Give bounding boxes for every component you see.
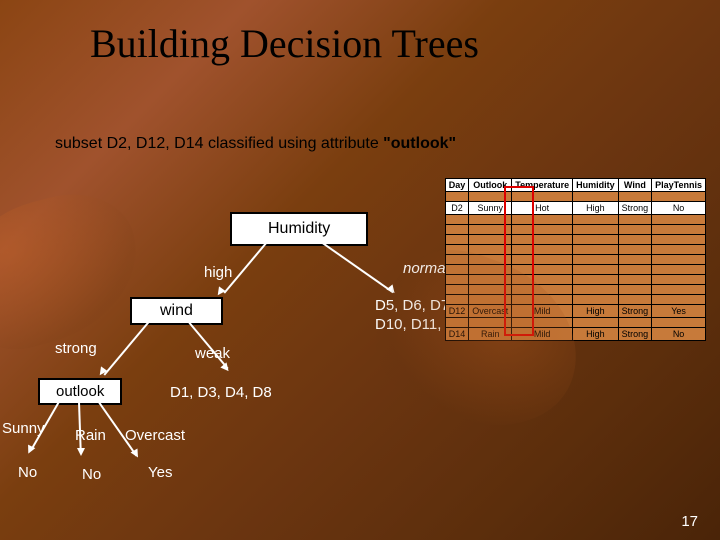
th-wind: Wind [618,179,652,192]
data-table: Day Outlook Temperature Humidity Wind Pl… [445,178,706,341]
edge-label-normal: normal [403,260,449,277]
cell-humidity: High [573,328,619,341]
table-spacer [445,265,705,275]
cell-day: D14 [445,328,469,341]
table-header-row: Day Outlook Temperature Humidity Wind Pl… [445,179,705,192]
cell-outlook: Rain [469,328,512,341]
table-spacer [445,192,705,202]
cell-wind: Strong [618,328,652,341]
node-wind: wind [130,297,223,325]
subtitle-attribute: "outlook" [383,135,456,152]
tree-edge [104,321,150,376]
table-spacer [445,255,705,265]
edge-label-strong: strong [55,340,97,357]
slide-title: Building Decision Trees [90,20,479,67]
table-spacer [445,225,705,235]
cell-wind: Strong [618,305,652,318]
node-outlook: outlook [38,378,122,405]
table-spacer [445,235,705,245]
cell-play: No [652,328,706,341]
node-humidity: Humidity [230,212,368,246]
cell-temp: Mild [512,328,573,341]
edge-label-high: high [204,264,232,281]
table-spacer [445,318,705,328]
leaf-weak-group: D1, D3, D4, D8 [170,384,272,403]
th-day: Day [445,179,469,192]
edge-label-weak: weak [195,345,230,362]
edge-label-overcast: Overcast [125,427,185,444]
th-humidity: Humidity [573,179,619,192]
th-play: PlayTennis [652,179,706,192]
table-row: D12 Overcast Mild High Strong Yes [445,305,705,318]
cell-temp: Mild [512,305,573,318]
arrowhead-icon [131,449,142,460]
table-spacer [445,245,705,255]
arrowhead-icon [214,286,225,297]
cell-play: Yes [652,305,706,318]
leaf-overcast: Yes [148,464,172,481]
cell-outlook: Overcast [469,305,512,318]
leaf-rain: No [82,466,101,483]
th-outlook: Outlook [469,179,512,192]
cell-wind: Strong [618,202,652,215]
arrowhead-icon [386,284,397,295]
arrowhead-icon [220,362,231,373]
cell-outlook: Sunny [469,202,512,215]
slide-number: 17 [681,513,698,530]
cell-temp: Hot [512,202,573,215]
table-spacer [445,275,705,285]
cell-day: D2 [445,202,469,215]
tree-edge [319,240,394,293]
cell-humidity: High [573,202,619,215]
th-temperature: Temperature [512,179,573,192]
slide-subtitle: subset D2, D12, D14 classified using att… [55,135,456,153]
cell-day: D12 [445,305,469,318]
cell-play: No [652,202,706,215]
table-spacer [445,285,705,295]
table-row: D2 Sunny Hot High Strong No [445,202,705,215]
cell-humidity: High [573,305,619,318]
table-row: D14 Rain Mild High Strong No [445,328,705,341]
table-spacer [445,215,705,225]
subtitle-prefix: subset D2, D12, D14 classified using att… [55,135,383,152]
arrowhead-icon [77,448,85,456]
table-spacer [445,295,705,305]
arrowhead-icon [96,366,107,377]
leaf-sunny: No [18,464,37,481]
